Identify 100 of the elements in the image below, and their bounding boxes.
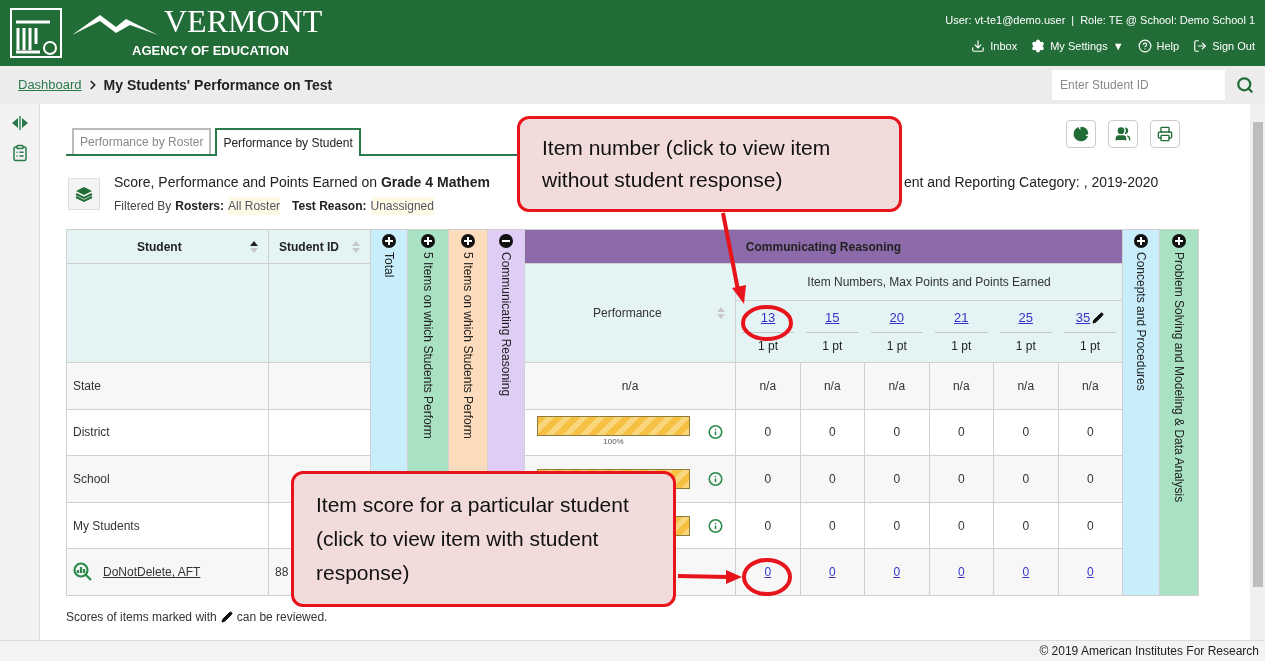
print-button[interactable] [1150, 120, 1180, 148]
filter-value: All Roster [228, 197, 281, 215]
column-header: 5 Items on which Students Perform [460, 252, 476, 439]
score-value: n/a [823, 378, 841, 393]
item-number-link[interactable]: 21 [954, 308, 969, 328]
column-header: Communicating Reasoning [498, 252, 514, 397]
pie-chart-icon [1073, 126, 1089, 142]
highlight-circle [742, 558, 792, 596]
group-header: Communicating Reasoning [524, 229, 1123, 264]
scrollbar-thumb[interactable] [1252, 122, 1263, 587]
pencil-icon [220, 610, 233, 623]
score-value: n/a [759, 378, 777, 393]
score-value: n/a [952, 378, 970, 393]
score-value: 0 [764, 518, 772, 533]
footnote: can be reviewed. [236, 608, 328, 626]
item-number-link[interactable]: 25 [1018, 308, 1033, 328]
header-link[interactable]: My Settings ▼ [1031, 38, 1124, 55]
score-link[interactable]: 0 [764, 565, 772, 580]
expand-icon[interactable] [421, 234, 435, 248]
max-points: 1 pt [1080, 337, 1101, 355]
expand-icon[interactable] [382, 234, 396, 248]
item-number-link[interactable]: 20 [889, 308, 904, 328]
student-link[interactable]: DoNotDelete, AFT [103, 563, 201, 582]
collapse-icon[interactable] [499, 234, 513, 248]
header-cell: Item Numbers, Max Points and Points Earned [735, 263, 1123, 301]
column-header: Concepts and Procedures [1133, 252, 1150, 391]
score-value: 0 [764, 425, 772, 440]
max-points: 1 pt [822, 337, 843, 355]
print-icon [1157, 126, 1173, 142]
info-icon[interactable] [708, 470, 723, 488]
search-icon [1236, 76, 1254, 94]
pointer-arrow [677, 570, 742, 584]
column-header: Total [381, 252, 397, 278]
expand-panel-icon[interactable] [10, 116, 29, 130]
score-link[interactable]: 0 [957, 565, 965, 580]
max-points: 1 pt [951, 337, 972, 355]
sign-out-icon [1193, 39, 1208, 54]
score-value: 0 [1022, 472, 1030, 486]
header-link[interactable]: Sign Out [1193, 38, 1255, 55]
student-id-field[interactable]: Enter Student ID [1052, 70, 1225, 100]
breadcrumb-link[interactable]: Dashboard [18, 75, 82, 95]
footnote: Scores of items marked with [66, 608, 217, 626]
chart-button[interactable] [1066, 120, 1096, 148]
score-value: 0 [828, 518, 836, 533]
score-link[interactable]: 0 [828, 565, 836, 580]
row-label: State [73, 378, 102, 393]
page-title: My Students' Performance on Test [103, 75, 333, 95]
download-icon [971, 39, 986, 54]
performance-value: n/a [621, 378, 639, 393]
item-number-link[interactable]: 35 [1075, 308, 1091, 328]
score-link[interactable]: 0 [1086, 565, 1094, 580]
percent-label: 100% [603, 436, 624, 449]
tab[interactable]: Performance by Roster [72, 128, 212, 154]
settings-icon [1031, 39, 1046, 54]
score-value: 0 [828, 472, 836, 486]
column-header: Problem Solving and Modeling & Data Analysis [1171, 252, 1188, 503]
column-header[interactable]: Performance [524, 263, 736, 363]
max-points: 1 pt [758, 337, 778, 355]
score-value: 0 [1022, 425, 1030, 440]
filter-name: Test Reason: [292, 198, 367, 215]
score-link[interactable]: 0 [1022, 565, 1030, 580]
callout: Item score for a particular student (click to view item with student response) [291, 471, 676, 607]
expand-icon[interactable] [461, 234, 475, 248]
column-header[interactable]: Student [66, 229, 269, 264]
info-icon[interactable] [708, 516, 723, 535]
score-value: n/a [888, 378, 906, 393]
expand-icon[interactable] [1134, 234, 1149, 248]
score-value: 0 [764, 472, 772, 486]
logo-subtitle: AGENCY OF EDUCATION [132, 42, 289, 61]
item-number-link[interactable]: 13 [760, 308, 776, 328]
score-value: n/a [1017, 378, 1035, 393]
report-title: ent and Reporting Category: , 2019-2020 [903, 173, 1159, 192]
score-value: 0 [893, 425, 901, 440]
report-title: Score, Performance and Points Earned on Grade 4 Mathem [114, 173, 490, 192]
row-label: School [73, 472, 110, 486]
column-header: 5 Items on which Students Perform [420, 252, 436, 439]
filter-label: Filtered By [114, 198, 172, 215]
student-id: 88 [275, 565, 289, 580]
score-value: 0 [1086, 472, 1094, 486]
building-logo-icon [10, 8, 62, 58]
score-value: 0 [1086, 518, 1094, 533]
sort-icon[interactable] [250, 239, 258, 254]
users-button[interactable] [1108, 120, 1138, 148]
header-link[interactable]: Help [1137, 38, 1180, 55]
users-icon [1115, 126, 1131, 142]
student-report-icon[interactable] [73, 562, 93, 583]
info-icon[interactable] [708, 423, 723, 442]
column-header[interactable]: Student ID [268, 229, 371, 264]
header-link[interactable]: Inbox [971, 38, 1018, 55]
tab[interactable]: Performance by Student [215, 128, 361, 156]
logo-title: VERMONT [164, 5, 323, 38]
item-number-link[interactable]: 15 [825, 308, 840, 328]
score-value: 0 [1086, 425, 1094, 440]
score-value: 0 [893, 472, 901, 486]
clipboard-icon[interactable] [10, 144, 29, 162]
score-value: 0 [957, 518, 965, 533]
books-icon[interactable] [68, 177, 100, 210]
score-link[interactable]: 0 [893, 565, 901, 580]
expand-icon[interactable] [1172, 234, 1187, 248]
copyright: © 2019 American Institutes For Research [1039, 643, 1259, 660]
